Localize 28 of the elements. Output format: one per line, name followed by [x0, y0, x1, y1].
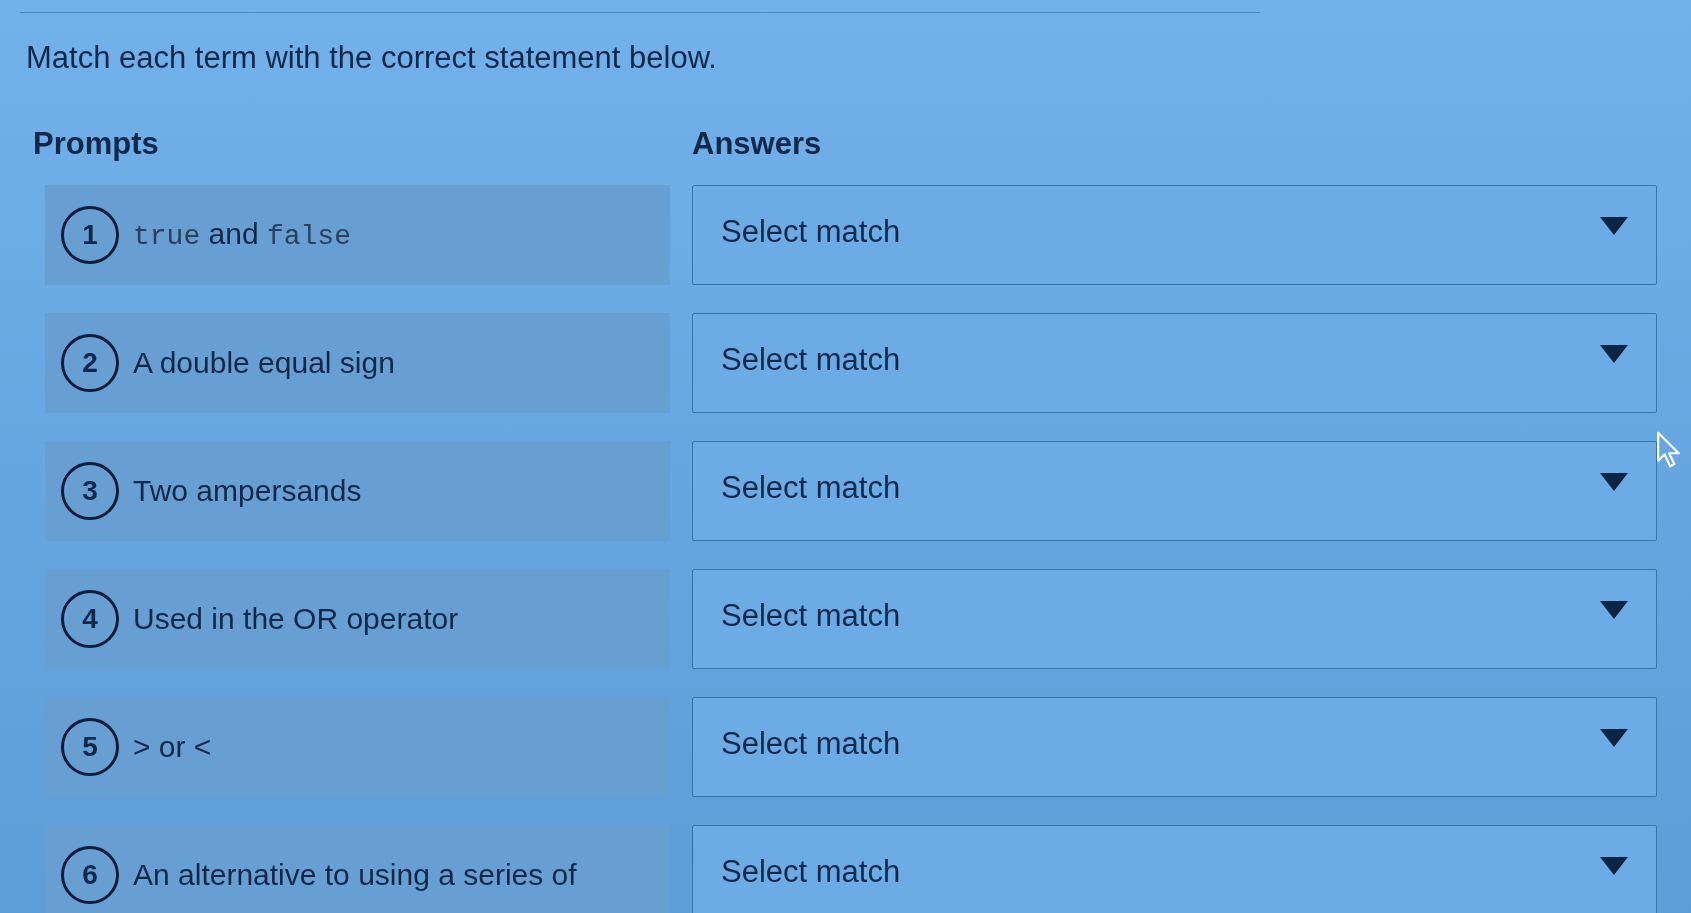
prompt-text: true and false	[133, 215, 351, 254]
caret-icon	[1600, 345, 1628, 363]
prompt-text: > or <	[133, 729, 212, 765]
pointer-cursor-icon	[1656, 430, 1682, 470]
number-circle: 3	[61, 462, 119, 520]
prompts-heading: Prompts	[33, 125, 159, 163]
prompt-text: Used in the OR operator	[133, 601, 459, 637]
prompt-text: A double equal sign	[133, 345, 395, 381]
number-circle: 6	[61, 846, 119, 904]
match-dropdown[interactable]: Select match	[692, 825, 1657, 913]
instruction-text: Match each term with the correct statement below.	[26, 39, 717, 77]
match-dropdown[interactable]: Select match	[692, 185, 1657, 285]
caret-icon	[1600, 601, 1628, 619]
match-dropdown[interactable]: Select match	[692, 697, 1657, 797]
number-circle: 4	[61, 590, 119, 648]
number-circle: 5	[61, 718, 119, 776]
match-dropdown[interactable]: Select match	[692, 313, 1657, 413]
caret-icon	[1600, 729, 1628, 747]
caret-icon	[1600, 217, 1628, 235]
match-dropdown[interactable]: Select match	[692, 441, 1657, 541]
caret-icon	[1600, 857, 1628, 875]
number-circle: 2	[61, 334, 119, 392]
prompt-text: Two ampersands	[133, 473, 362, 509]
answers-heading: Answers	[692, 125, 822, 163]
number-circle: 1	[61, 206, 119, 264]
caret-icon	[1600, 473, 1628, 491]
match-dropdown[interactable]: Select match	[692, 569, 1657, 669]
prompt-text: An alternative to using a series of	[133, 857, 577, 893]
